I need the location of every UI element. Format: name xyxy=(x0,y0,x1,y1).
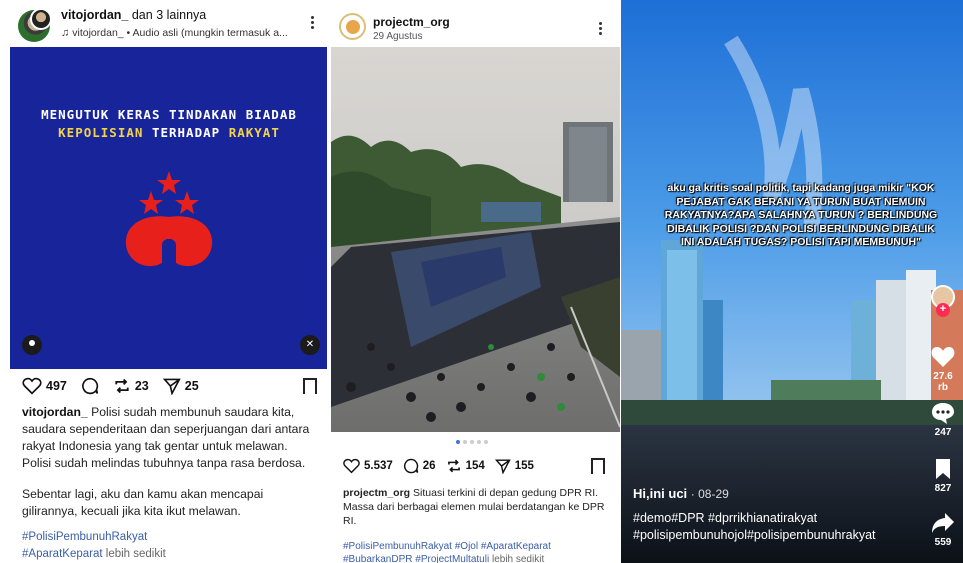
comment-button[interactable]: 247 xyxy=(927,402,959,438)
username[interactable]: vitojordan_ xyxy=(61,8,128,22)
share-arrow-icon[interactable] xyxy=(931,512,955,534)
caption-username[interactable]: vitojordan_ xyxy=(22,405,88,419)
hashtags: #PolisiPembunuhRakyat #Ojol #AparatKepar… xyxy=(343,540,615,563)
video-frame xyxy=(621,0,963,563)
comment-icon[interactable] xyxy=(403,458,419,474)
mute-icon[interactable]: ✕ xyxy=(300,335,320,355)
more-options-icon[interactable] xyxy=(599,20,603,37)
police-emblem-icon xyxy=(125,171,213,267)
collab-avatar[interactable] xyxy=(30,8,52,30)
save-count: 827 xyxy=(934,483,952,494)
share-icon[interactable] xyxy=(162,377,181,395)
like-count: 27.6 rb xyxy=(933,371,953,393)
post-date: 29 Agustus xyxy=(373,31,423,42)
post-header: vitojordan_ dan 3 lainnya ♫ vitojordan_ •… xyxy=(0,0,327,47)
post-actions: 5.537 26 154 155 xyxy=(343,458,548,474)
post-photo[interactable] xyxy=(331,47,620,432)
hashtag-link[interactable]: #PolisiPembunuhRakyat xyxy=(22,529,322,546)
audio-info[interactable]: ♫ vitojordan_ • Audio asli (mungkin terma… xyxy=(61,27,288,39)
creator-name[interactable]: Hi,ini uci xyxy=(633,486,687,501)
show-less-link[interactable]: lebih sedikit xyxy=(492,554,544,563)
save-button[interactable]: 827 xyxy=(927,458,959,494)
music-note-icon: ♫ xyxy=(61,27,70,39)
audio-label: vitojordan_ • Audio asli (mungkin termas… xyxy=(72,27,288,39)
banner-line-1: MENGUTUK KERAS TINDAKAN BIADAB xyxy=(41,107,297,122)
bookmark-icon[interactable] xyxy=(933,458,953,480)
share-count: 559 xyxy=(934,537,952,548)
caption-text-2: Sebentar lagi, aku dan kamu akan mencapa… xyxy=(22,487,264,518)
avatar[interactable] xyxy=(339,13,366,40)
share-button[interactable]: 559 xyxy=(927,512,959,548)
repost-icon[interactable] xyxy=(113,377,131,395)
banner-line-2: KEPOLISIAN TERHADAP RAKYAT xyxy=(10,125,327,140)
carousel-indicator xyxy=(456,440,488,444)
instagram-post-projectm: projectm_org 29 Agustus 5.537 26 154 155… xyxy=(331,0,620,563)
like-count[interactable]: 497 xyxy=(46,379,67,393)
follow-plus-icon[interactable]: + xyxy=(936,303,950,317)
repost-count[interactable]: 154 xyxy=(466,460,485,472)
comment-icon[interactable] xyxy=(931,402,955,424)
bookmark-icon[interactable] xyxy=(591,458,605,475)
comment-count: 247 xyxy=(934,427,952,438)
video-description[interactable]: #demo#DPR #dprrikhianatirakyat #polisipe… xyxy=(633,510,913,544)
tiktok-video[interactable]: aku ga kritis soal politik, tapi kadang … xyxy=(621,0,963,563)
like-button[interactable]: 27.6 rb xyxy=(927,346,959,393)
more-options-icon[interactable] xyxy=(311,14,315,31)
hashtag-line-1[interactable]: #PolisiPembunuhRakyat #Ojol #AparatKepar… xyxy=(343,540,615,553)
share-count[interactable]: 25 xyxy=(185,379,199,393)
bookmark-icon[interactable] xyxy=(303,378,317,395)
video-text-overlay: aku ga kritis soal politik, tapi kadang … xyxy=(664,182,938,248)
repost-count[interactable]: 23 xyxy=(135,379,149,393)
share-count[interactable]: 155 xyxy=(515,460,534,472)
post-caption: vitojordan_ Polisi sudah membunuh saudar… xyxy=(22,404,318,472)
post-actions: 497 23 25 xyxy=(22,377,213,395)
show-less-link[interactable]: lebih sedikit xyxy=(106,548,166,560)
repost-icon[interactable] xyxy=(446,458,462,474)
collaborators[interactable]: dan 3 lainnya xyxy=(132,8,206,22)
username[interactable]: projectm_org xyxy=(373,15,450,29)
creator-avatar[interactable]: + xyxy=(927,285,959,317)
post-author[interactable]: vitojordan_ dan 3 lainnya xyxy=(61,8,206,22)
share-icon[interactable] xyxy=(494,458,511,474)
tagged-users-icon[interactable] xyxy=(22,335,42,355)
hashtags: #PolisiPembunuhRakyat #AparatKeparat leb… xyxy=(22,529,322,563)
heart-icon[interactable] xyxy=(343,458,360,474)
instagram-post-vitojordan: vitojordan_ dan 3 lainnya ♫ vitojordan_ •… xyxy=(0,0,327,563)
comment-count[interactable]: 26 xyxy=(423,460,436,472)
creator-handle[interactable]: Hi,ini uci · 08-29 xyxy=(633,486,729,501)
caption-username[interactable]: projectm_org xyxy=(343,487,410,499)
banner-word-terhadap: TERHADAP xyxy=(151,125,221,140)
post-caption: projectm_org Situasi terkini di depan ge… xyxy=(343,486,615,528)
heart-icon[interactable] xyxy=(22,377,42,395)
hashtag-line-2[interactable]: #BubarkanDPR #ProjectMultatuli xyxy=(343,554,489,563)
comment-icon[interactable] xyxy=(81,377,99,395)
post-image[interactable]: MENGUTUK KERAS TINDAKAN BIADAB KEPOLISIA… xyxy=(10,47,327,369)
like-count[interactable]: 5.537 xyxy=(364,460,393,472)
post-date: · 08-29 xyxy=(690,487,729,501)
banner-word-kepolisian: KEPOLISIAN xyxy=(58,125,144,140)
heart-icon[interactable] xyxy=(931,346,955,368)
banner-word-rakyat: RAKYAT xyxy=(228,125,280,140)
hashtag-link[interactable]: #AparatKeparat xyxy=(22,548,103,560)
